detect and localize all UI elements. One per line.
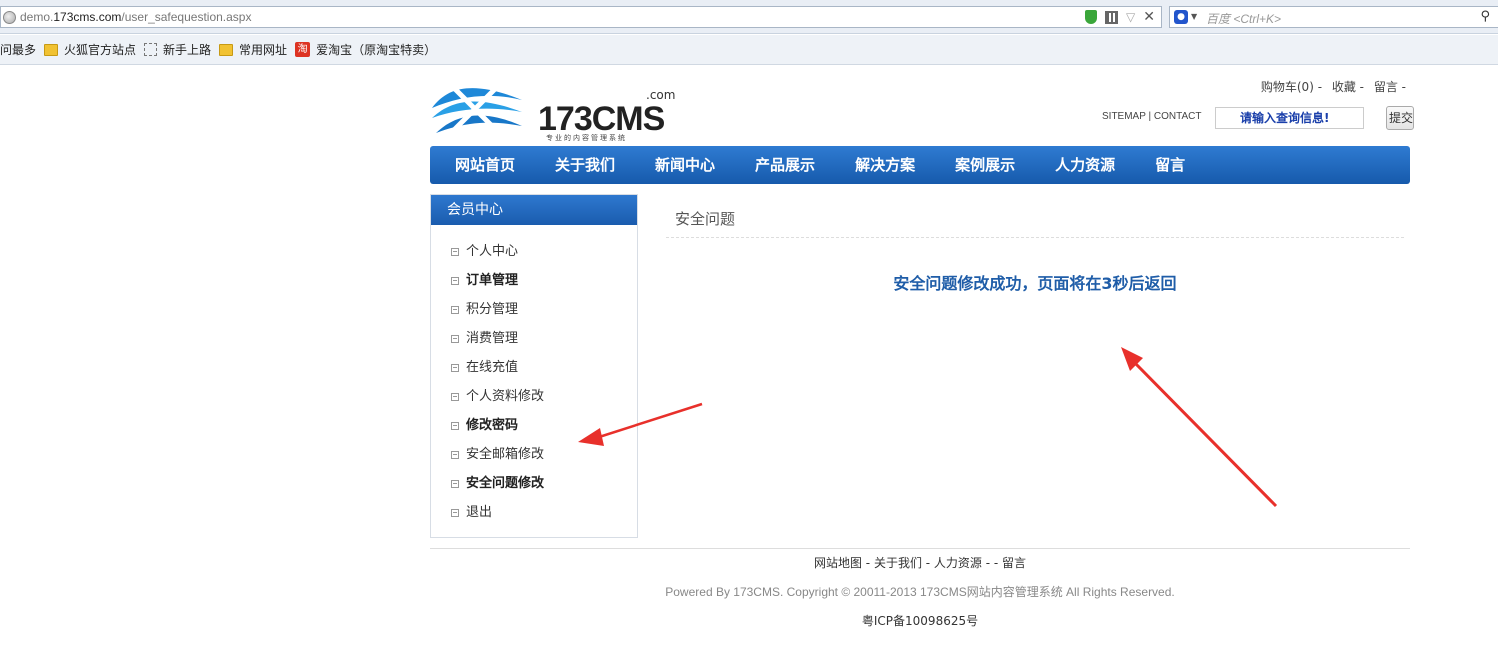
arrow-right-annotation: [1121, 347, 1278, 508]
taobao-icon: 淘: [295, 42, 311, 57]
sidebar-item-label: 退出: [466, 505, 493, 520]
bullet-box-icon: [451, 334, 459, 343]
sidebar-item-points[interactable]: 积分管理: [431, 295, 637, 324]
sidebar-item-label: 消费管理: [466, 331, 519, 346]
bullet-box-icon: [451, 421, 459, 430]
bullet-box-icon: [451, 392, 459, 401]
wave-logo-icon: [432, 82, 522, 136]
sidebar-item-password[interactable]: 修改密码: [431, 411, 637, 440]
baidu-paw-icon[interactable]: ●: [1174, 10, 1188, 24]
address-text[interactable]: demo.173cms.com/user_safequestion.aspx: [20, 10, 251, 24]
nav-guestbook[interactable]: 留言: [1155, 146, 1185, 184]
shield-icon[interactable]: [1085, 10, 1098, 24]
sidebar-item-label: 个人中心: [466, 244, 519, 259]
search-placeholder: 百度 <Ctrl+K>: [1206, 12, 1282, 26]
logo-tagline: 专业的内容管理系统: [546, 134, 627, 142]
site-footer: 网站地图 - 关于我们 - 人力资源 - - 留言 Powered By 173…: [430, 548, 1410, 629]
globe-icon: [3, 11, 16, 24]
folder-icon: [219, 43, 234, 56]
bullet-box-icon: [451, 247, 459, 256]
nav-news[interactable]: 新闻中心: [655, 146, 715, 184]
close-icon[interactable]: ✕: [1143, 9, 1155, 25]
sidebar-item-label: 个人资料修改: [466, 389, 545, 404]
bullet-box-icon: [451, 305, 459, 314]
sidebar-item-consumption[interactable]: 消费管理: [431, 324, 637, 353]
bookmark-firefox[interactable]: 火狐官方站点: [44, 41, 136, 58]
message-link[interactable]: 留言 -: [1374, 80, 1406, 94]
sidebar-item-label: 安全问题修改: [466, 476, 545, 491]
search-box[interactable]: ● ▼ 百度 <Ctrl+K> ⚲: [1169, 6, 1498, 28]
main-content: 安全问题 安全问题修改成功，页面将在3秒后返回: [666, 194, 1404, 294]
dropdown-arrow-icon[interactable]: ▽: [1126, 10, 1135, 24]
site-logo[interactable]: .com 173CMS 专业的内容管理系统: [430, 78, 680, 142]
nav-cases[interactable]: 案例展示: [955, 146, 1015, 184]
bullet-box-icon: [451, 508, 459, 517]
sitemap-contact-links[interactable]: SITEMAP | CONTACT: [1102, 111, 1201, 122]
nav-home[interactable]: 网站首页: [455, 146, 515, 184]
bullet-box-icon: [451, 363, 459, 372]
footer-links[interactable]: 网站地图 - 关于我们 - 人力资源 - - 留言: [430, 554, 1410, 571]
sidebar-item-security-question[interactable]: 安全问题修改: [431, 469, 637, 498]
bookmark-aitaobao[interactable]: 淘爱淘宝（原淘宝特卖）: [295, 41, 436, 58]
page-icon: [144, 43, 158, 56]
address-bar[interactable]: demo.173cms.com/user_safequestion.aspx ▽…: [0, 6, 1162, 28]
top-links: 购物车(0) - 收藏 - 留言 -: [1255, 78, 1406, 95]
sidebar-item-recharge[interactable]: 在线充值: [431, 353, 637, 382]
sidebar-item-label: 订单管理: [466, 273, 519, 288]
cart-link[interactable]: 购物车(0) -: [1261, 80, 1322, 94]
bookmark-getting-started[interactable]: 新手上路: [144, 41, 211, 58]
bookmark-most-visited[interactable]: 问最多: [0, 41, 36, 58]
bullet-box-icon: [451, 450, 459, 459]
favorite-link[interactable]: 收藏 -: [1332, 80, 1364, 94]
footer-icp[interactable]: 粤ICP备10098625号: [430, 612, 1410, 629]
page-title: 安全问题: [666, 194, 1404, 238]
submit-button[interactable]: 提交: [1386, 106, 1414, 130]
bookmark-label: 新手上路: [163, 43, 212, 57]
sidebar-item-personal-center[interactable]: 个人中心: [431, 237, 637, 266]
engine-dropdown-icon[interactable]: ▼: [1191, 12, 1197, 21]
bookmark-label: 常用网址: [239, 43, 288, 57]
bookmark-label: 火狐官方站点: [64, 43, 137, 57]
bookmark-common-sites[interactable]: 常用网址: [219, 41, 287, 58]
nav-solutions[interactable]: 解决方案: [855, 146, 915, 184]
folder-icon: [44, 43, 59, 56]
success-message: 安全问题修改成功，页面将在3秒后返回: [893, 274, 1177, 293]
sidebar-item-email[interactable]: 安全邮箱修改: [431, 440, 637, 469]
sidebar-item-label: 修改密码: [466, 418, 519, 433]
sidebar-item-logout[interactable]: 退出: [431, 498, 637, 527]
main-nav: 网站首页 关于我们 新闻中心 产品展示 解决方案 案例展示 人力资源 留言: [430, 146, 1410, 184]
sidebar-item-label: 在线充值: [466, 360, 519, 375]
sidebar-title: 会员中心: [431, 195, 637, 225]
sidebar-item-profile[interactable]: 个人资料修改: [431, 382, 637, 411]
qrcode-icon[interactable]: [1105, 10, 1119, 24]
site-search-input[interactable]: 请输入查询信息!: [1215, 107, 1364, 129]
bookmark-label: 问最多: [0, 43, 37, 57]
bullet-box-icon: [451, 276, 459, 285]
bullet-box-icon: [451, 479, 459, 488]
browser-toolbar: demo.173cms.com/user_safequestion.aspx ▽…: [0, 0, 1498, 34]
member-sidebar: 会员中心 个人中心 订单管理 积分管理 消费管理 在线充值 个人资料修改 修改密…: [430, 194, 638, 538]
nav-products[interactable]: 产品展示: [755, 146, 815, 184]
search-icon[interactable]: ⚲: [1480, 9, 1490, 24]
nav-hr[interactable]: 人力资源: [1055, 146, 1115, 184]
footer-copyright: Powered By 173CMS. Copyright © 20011-201…: [665, 585, 1175, 599]
sidebar-item-orders[interactable]: 订单管理: [431, 266, 637, 295]
sidebar-item-label: 积分管理: [466, 302, 519, 317]
nav-about[interactable]: 关于我们: [555, 146, 615, 184]
bookmark-label: 爱淘宝（原淘宝特卖）: [316, 43, 437, 57]
sidebar-item-label: 安全邮箱修改: [466, 447, 545, 462]
bookmarks-bar: 问最多 火狐官方站点 新手上路 常用网址 淘爱淘宝（原淘宝特卖）: [0, 35, 1498, 65]
